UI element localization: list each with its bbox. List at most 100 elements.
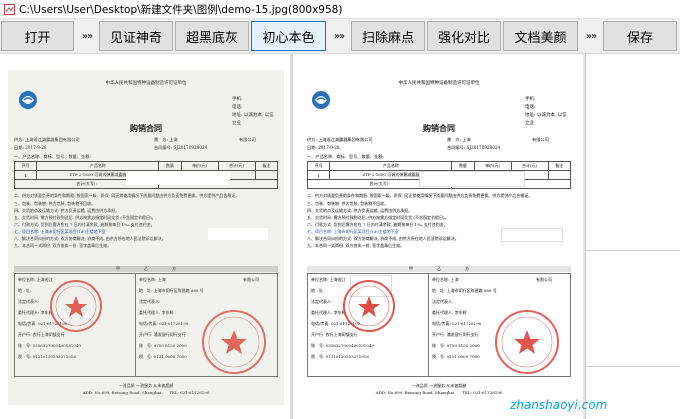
doc-party-a-line: 地 址:: [311, 288, 325, 293]
table-cell: 1: [306, 170, 331, 180]
doc-clause: 四、交货地点及运输方式: 供方负责运输, 运费由供方承担。: [307, 208, 413, 213]
doc-buyer: 需 方: 上海: [154, 137, 178, 142]
doc-clause: 三、包装、包装物: 供方包装, 包装物不回收。: [14, 201, 96, 206]
doc-clause: 六、付款方式: 货到后需方应在 7 日内付清余款, 逾期按每日 1‰ 支付违约金…: [14, 222, 155, 227]
thumbnail-separator: [586, 366, 680, 367]
doc-contract-no: 合同编号: SJ20170928024: [447, 145, 501, 150]
thumbnail-separator: [586, 250, 680, 251]
doc-footer-address: ADD: No.699, Beisong Road, Shanghai TEL:…: [375, 390, 503, 395]
doc-party-b-line: 法定代表人:: [139, 299, 161, 304]
table-header-cell: 数量: [158, 161, 182, 171]
doc-supplier: 供方: 上海淞江减震器集团有限公司: [14, 137, 80, 142]
witness-magic-button[interactable]: 见证神奇: [99, 21, 173, 51]
doc-clause: 三、包装、包装物: 供方包装, 包装物不回收。: [307, 201, 389, 206]
remove-spots-button[interactable]: 扫除麻点: [351, 21, 425, 51]
doc-party-a-line: 账 号: 0356327000400131049: [18, 343, 81, 348]
redaction-box: [419, 171, 525, 187]
doc-party-a-line: 地 址:: [18, 288, 32, 293]
document-beautify-button[interactable]: 文档美颜: [503, 21, 578, 51]
table-header-cell: 数量: [451, 161, 475, 171]
doc-party-b-line: 地 址: 上海市闵行区陈昌路 888 号: [432, 288, 497, 293]
doc-party-b-line: 单位名称: 上海: [139, 277, 166, 282]
signature-divider: [135, 274, 136, 376]
thumbnail-panel: [585, 54, 680, 419]
doc-product-header: 一、产品名称、商标、型号、数量、金额:: [14, 154, 91, 159]
doc-contact-mobile: 手机:: [525, 97, 536, 102]
doc-contract-no: 合同编号: SJ20170928024: [154, 145, 208, 150]
doc-clause: 二、供方对质量负责的条件和期限: 按国家一级、质保: 同正常使用情况下质量问题由…: [307, 193, 533, 198]
processed-image-pane[interactable]: 中华人民共和国特种设备制造许可证单位 手机: 电话: 地址: 以诚为本, 以信立…: [293, 54, 586, 419]
doc-title: 购销合同: [130, 124, 162, 133]
doc-date-row: 日期: 2017-9-28 合同编号: SJ20170928024: [307, 145, 571, 151]
separator-arrows: »»: [585, 30, 597, 42]
toolbar: 打开 »» 见证神奇 超黑底灰 初心本色 »» 扫除麻点 强化对比 文档美颜 »…: [0, 19, 680, 54]
doc-product-header: 一、产品名称、商标、型号、数量、金额:: [307, 154, 384, 159]
table-header-cell: 产品名称: [329, 161, 453, 171]
doc-date: 日期: 2017-9-28: [307, 145, 340, 150]
signature-band: 甲 乙 方: [307, 266, 571, 272]
doc-party-a-line: 法定代表人:: [311, 299, 333, 304]
doc-party-b-line: 单位名称: 上海: [432, 277, 459, 282]
company-logo-icon: [19, 91, 37, 109]
table-header-cell: 备注: [547, 161, 572, 171]
doc-buyer-suffix: 有限公司: [239, 137, 256, 142]
save-button[interactable]: 保存: [603, 21, 677, 51]
table-header-cell: 单价(元): [180, 161, 219, 171]
doc-title: 购销合同: [423, 124, 455, 133]
doc-party-b-line: 账 号: 9759 8155 2000: [432, 343, 480, 348]
table-header-cell: 序号: [306, 161, 331, 171]
doc-party-b-line: 账 号: 9759 8155 2000: [139, 343, 187, 348]
table-cell: [254, 170, 279, 180]
company-logo-icon: [312, 91, 330, 109]
party-b-seal-icon: [202, 310, 266, 374]
doc-header: 中华人民共和国特种设备制造许可证单位: [105, 81, 187, 86]
doc-party-b-line: 地 址: 上海市闵行区陈昌路 888 号: [139, 288, 204, 293]
redaction-box: [501, 228, 563, 242]
doc-party-b-line: 委托代理人: 李东辉: [432, 310, 467, 315]
open-button[interactable]: 打开: [1, 21, 74, 51]
doc-party-a-line: 税 号: 91310120553271916: [311, 354, 369, 359]
site-watermark: zhanshaoyi.com: [510, 398, 608, 412]
table-header-cell: 备注: [254, 161, 279, 171]
table-cell: [547, 170, 572, 180]
doc-contact-mobile: 手机:: [232, 97, 243, 102]
doc-party-a-line: 法定代表人:: [18, 299, 40, 304]
doc-footer-slogan: 一流品质 一流服务 从未被超越: [118, 383, 174, 388]
original-document: 中华人民共和国特种设备制造许可证单位 手机: 电话: 地址: 以诚为本, 以信立…: [8, 70, 284, 405]
doc-buyer-suffix: 有限公司: [532, 137, 549, 142]
original-image-pane[interactable]: 中华人民共和国特种设备制造许可证单位 手机: 电话: 地址: 以诚为本, 以信立…: [0, 54, 290, 419]
processed-document: 中华人民共和国特种设备制造许可证单位 手机: 电话: 地址: 以诚为本, 以信立…: [301, 70, 577, 405]
doc-clause: 二、供方对质量负责的条件和期限: 按国家一级、质保: 同正常使用情况下质量问题由…: [14, 193, 240, 198]
party-b-seal-icon: [495, 310, 559, 374]
doc-clause: 九、本合同一式两份, 双方各执一份, 签字盖章后生效。: [307, 243, 405, 248]
doc-clause: 五、交货时间: 需方预付款到达后, 供方按需方指定时间交货 (不含国定节假日)。: [14, 215, 156, 220]
doc-clause: 六、付款方式: 货到后需方应在 7 日内付清余款, 逾期按每日 1‰ 支付违约金…: [307, 222, 448, 227]
table-header-cell: 合计(元): [217, 161, 256, 171]
party-a-seal-icon: [50, 280, 102, 332]
table-header-cell: 产品名称: [36, 161, 160, 171]
extra-black-background-button[interactable]: 超黑底灰: [175, 21, 249, 51]
redaction-box: [208, 228, 268, 240]
doc-supplier-row: 供方: 上海淞江减震器集团有限公司 需 方: 上海 有限公司: [14, 137, 278, 143]
title-bar: C:\Users\User\Desktop\新建文件夹\图例\demo-15.j…: [0, 0, 680, 19]
doc-party-b-line: 税 号: 9131 0000 7000: [432, 354, 480, 359]
doc-party-b-line: 委托代理人: 李东辉: [139, 310, 174, 315]
doc-party-b-line: 有限公司: [243, 277, 259, 282]
party-a-seal-icon: [343, 280, 395, 332]
original-color-button[interactable]: 初心本色: [251, 21, 326, 51]
table-header-cell: 序号: [13, 161, 38, 171]
doc-party-b-line: 法定代表人:: [432, 299, 454, 304]
doc-header: 中华人民共和国特种设备制造许可证单位: [398, 81, 480, 86]
enhance-contrast-button[interactable]: 强化对比: [427, 21, 501, 51]
doc-footer-slogan: 一流品质 一流服务 从未被超越: [411, 383, 467, 388]
separator-arrows: »»: [81, 30, 93, 42]
doc-supplier-row: 供方: 上海淞江减震器集团有限公司 需 方: 上海 有限公司: [307, 137, 571, 143]
doc-buyer: 需 方: 上海: [447, 137, 471, 142]
doc-supplier: 供方: 上海淞江减震器集团有限公司: [307, 137, 373, 142]
table-header-cell: 合计(元): [510, 161, 549, 171]
doc-party-a-line: 税 号: 91310120553271916: [18, 354, 76, 359]
doc-party-b-line: 电话/传真: 021-61728190: [139, 321, 189, 326]
doc-party-b-line: 开户行: 浦发银行闵行支行: [432, 332, 479, 337]
redaction-box: [126, 171, 230, 185]
table-header-cell: 单价(元): [473, 161, 512, 171]
